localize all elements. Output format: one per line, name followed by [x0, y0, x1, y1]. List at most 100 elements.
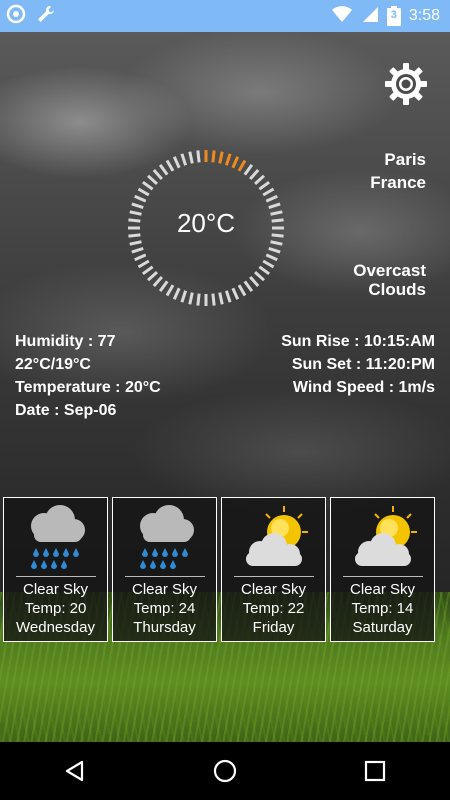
dial-tick: [147, 174, 158, 185]
dial-tick: [196, 293, 201, 306]
forecast-day: Wednesday: [16, 619, 95, 636]
dial-tick: [188, 292, 194, 305]
forecast-temp: Temp: 22: [242, 600, 305, 617]
dial-tick: [131, 246, 144, 254]
dial-tick: [243, 164, 254, 176]
dial-tick: [249, 276, 260, 287]
forecast-strip: Clear Sky Temp: 20 Wednesday Clear Sky T…: [3, 497, 447, 642]
dial-tick: [158, 280, 169, 292]
dial-tick: [218, 292, 224, 305]
temp-range: 22°C/19°C: [15, 356, 91, 373]
notification-app-icon: [6, 4, 26, 29]
dial-tick: [165, 284, 175, 297]
dial-tick: [262, 187, 275, 197]
dial-tick: [172, 156, 181, 169]
stats-right: Sun Rise : 10:15:AM Sun Set : 11:20:PM W…: [281, 330, 435, 399]
dial-tick: [218, 151, 224, 164]
dial-tick: [188, 151, 194, 164]
dial-tick: [254, 174, 265, 185]
forecast-card[interactable]: Clear Sky Temp: 22 Friday: [221, 497, 326, 642]
dial-tick: [231, 156, 240, 169]
country-name: France: [370, 173, 426, 192]
rain-cloud-icon: [123, 502, 208, 574]
dial-tick: [196, 150, 201, 163]
sun-cloud-icon: [341, 502, 426, 574]
dial-tick: [237, 284, 247, 297]
forecast-card[interactable]: Clear Sky Temp: 24 Thursday: [112, 497, 217, 642]
forecast-sky: Clear Sky: [349, 581, 416, 598]
dial-tick: [134, 194, 147, 203]
condition-text: Overcast Clouds: [353, 261, 426, 299]
dial-tick: [270, 240, 283, 246]
wifi-icon: [331, 5, 353, 28]
dial-tick: [165, 159, 175, 172]
dial-tick: [147, 271, 158, 282]
dial-tick: [172, 287, 181, 300]
temperature: Temperature : 20°C: [15, 379, 161, 396]
humidity: Humidity : 77: [15, 333, 116, 350]
rain-cloud-icon: [14, 502, 99, 574]
dial-tick: [265, 194, 278, 203]
weather-background: Paris France Overcast Clouds 20°C Humidi…: [0, 32, 450, 742]
sunset: Sun Set : 11:20:PM: [291, 356, 435, 373]
dial-tick: [129, 240, 142, 246]
dial-tick: [137, 259, 150, 269]
dial-tick: [180, 290, 188, 303]
weather-condition: Overcast Clouds: [353, 261, 426, 299]
forecast-sky: Clear Sky: [22, 581, 89, 598]
city-name: Paris: [384, 150, 426, 169]
home-icon[interactable]: [205, 751, 245, 791]
dial-tick: [152, 169, 163, 180]
stats-left: Humidity : 77 22°C/19°C Temperature : 20…: [15, 330, 161, 422]
dial-tick: [265, 253, 278, 262]
date: Date : Sep-06: [15, 402, 117, 419]
dial-tick: [268, 246, 281, 254]
dial-tick: [224, 290, 232, 303]
forecast-card[interactable]: Clear Sky Temp: 14 Saturday: [330, 497, 435, 642]
recents-icon[interactable]: [355, 751, 395, 791]
wind-speed: Wind Speed : 1m/s: [292, 379, 435, 396]
location: Paris France: [370, 148, 426, 194]
forecast-sky: Clear Sky: [240, 581, 307, 598]
card-divider: [125, 576, 205, 577]
dial-tick: [249, 169, 260, 180]
sun-cloud-icon: [232, 502, 317, 574]
dial-tick: [243, 280, 254, 292]
dial-tick: [254, 271, 265, 282]
forecast-temp: Temp: 14: [351, 600, 414, 617]
status-time: 3:58: [408, 7, 440, 24]
battery-icon: 3: [386, 6, 401, 26]
dial-tick: [258, 180, 270, 191]
forecast-temp: Temp: 24: [133, 600, 196, 617]
back-icon[interactable]: [55, 751, 95, 791]
sunrise: Sun Rise : 10:15:AM: [281, 333, 435, 350]
dial-tick: [224, 153, 232, 166]
dial-tick: [231, 287, 240, 300]
navigation-bar: [0, 742, 450, 800]
dial-tick: [211, 150, 216, 163]
card-divider: [234, 576, 314, 577]
forecast-day: Thursday: [133, 619, 196, 636]
current-temperature: 20°C: [176, 208, 236, 238]
settings-gear-icon[interactable]: [384, 62, 428, 106]
dial-tick: [134, 253, 147, 262]
card-divider: [16, 576, 96, 577]
signal-icon: [361, 5, 379, 28]
battery-level: 3: [390, 9, 397, 21]
status-bar: 3 3:58: [0, 0, 450, 32]
dial-tick: [142, 265, 154, 276]
dial-tick: [262, 259, 275, 269]
forecast-card[interactable]: Clear Sky Temp: 20 Wednesday: [3, 497, 108, 642]
forecast-temp: Temp: 20: [24, 600, 87, 617]
dial-tick: [211, 293, 216, 306]
forecast-day: Friday: [252, 619, 295, 636]
card-divider: [343, 576, 423, 577]
dial-tick: [237, 159, 247, 172]
dial-tick: [152, 276, 163, 287]
dial-tick: [142, 180, 154, 191]
forecast-sky: Clear Sky: [131, 581, 198, 598]
forecast-day: Saturday: [352, 619, 413, 636]
dial-tick: [137, 187, 150, 197]
dial-tick: [180, 153, 188, 166]
wrench-icon: [36, 4, 56, 29]
